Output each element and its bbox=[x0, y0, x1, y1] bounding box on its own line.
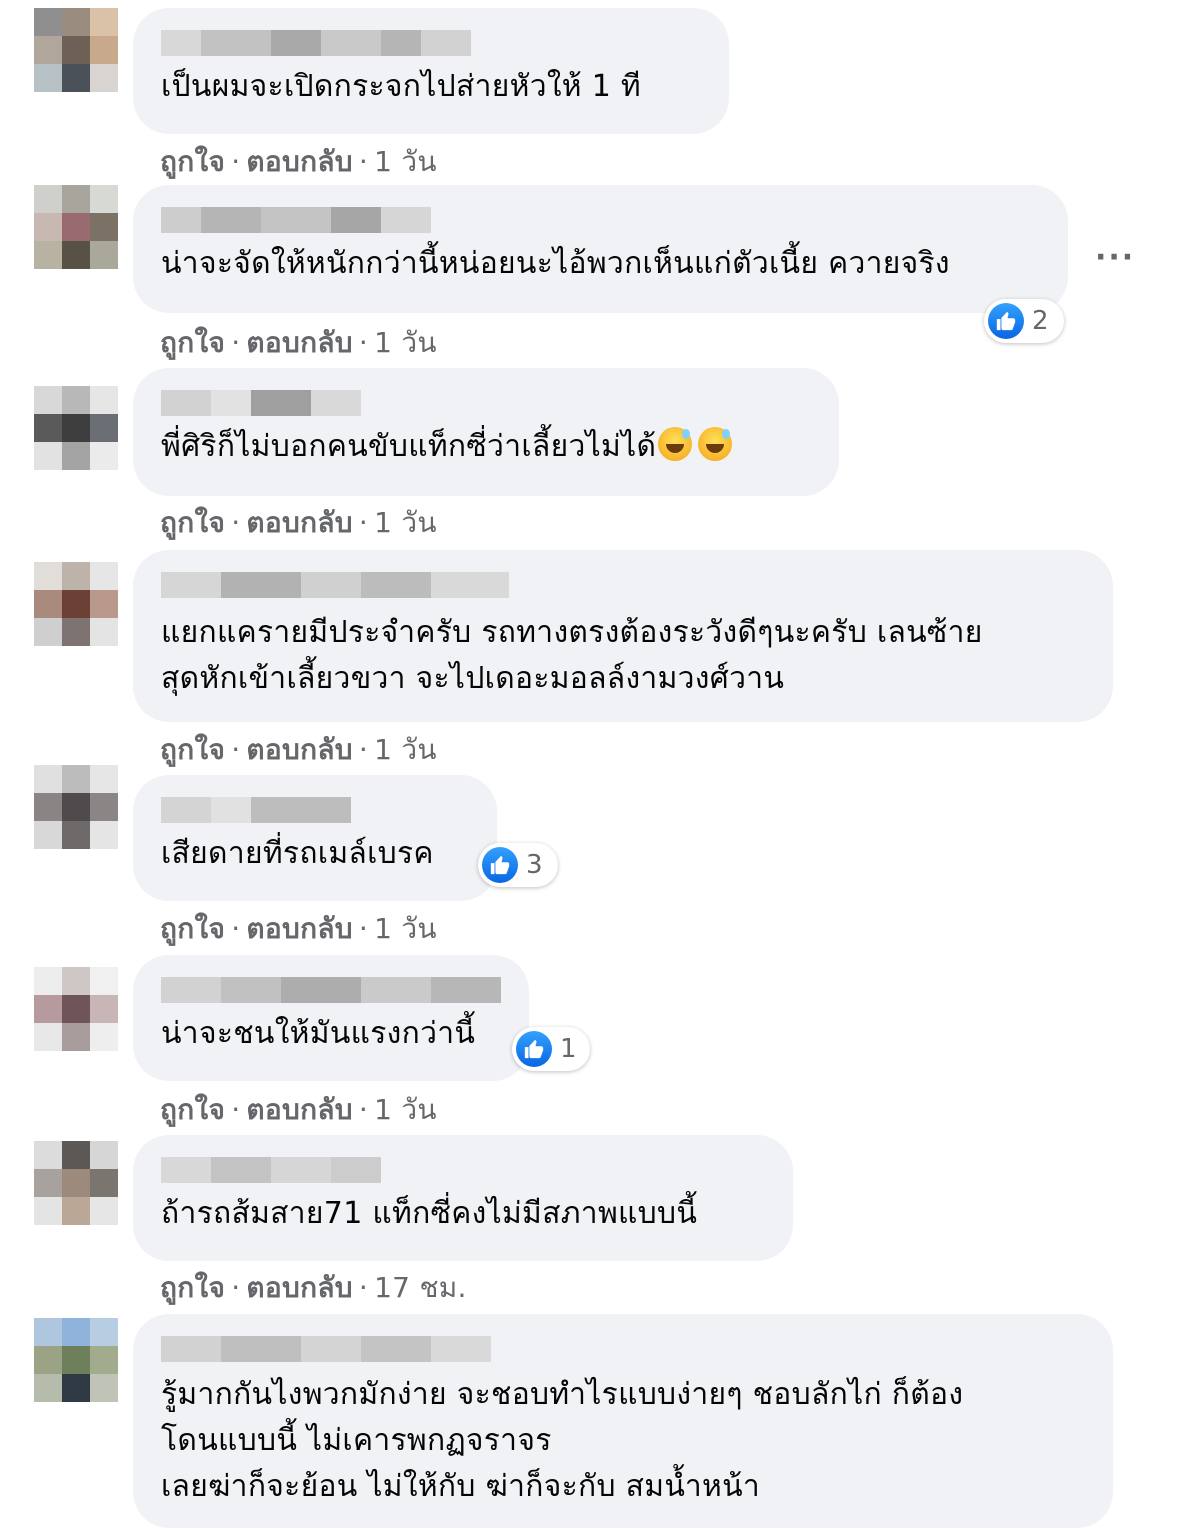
comment-text: เสียดายที่รถเมล์เบรค bbox=[161, 836, 434, 871]
like-link[interactable]: ถูกใจ bbox=[160, 326, 225, 359]
blurred-author-name[interactable] bbox=[161, 207, 431, 233]
avatar[interactable] bbox=[34, 1318, 118, 1402]
separator: · bbox=[358, 506, 369, 539]
avatar[interactable] bbox=[34, 185, 118, 269]
grinning-sweat-emoji-icon bbox=[698, 427, 733, 461]
like-reaction-badge[interactable]: 2 bbox=[984, 299, 1064, 343]
thumbs-up-icon bbox=[516, 1031, 552, 1067]
blurred-author-name[interactable] bbox=[161, 390, 361, 416]
comment-actions: ถูกใจ · ตอบกลับ · 17 ชม. bbox=[160, 1266, 467, 1310]
blurred-author-name[interactable] bbox=[161, 797, 351, 823]
comment-text: น่าจะชนให้มันแรงกว่านี้ bbox=[161, 1016, 476, 1051]
comment-bubble: พี่ศิริก็ไม่บอกคนขับแท็กซี่ว่าเลี้ยวไม่ไ… bbox=[133, 368, 839, 496]
reply-link[interactable]: ตอบกลับ bbox=[246, 733, 352, 766]
comment-text: ถ้ารถส้มสาย71 แท็กซี่คงไม่มีสภาพแบบนี้ bbox=[161, 1196, 698, 1231]
comment-text: พี่ศิริก็ไม่บอกคนขับแท็กซี่ว่าเลี้ยวไม่ไ… bbox=[161, 424, 809, 470]
comment-text: แยกแครายมีประจำครับ รถทางตรงต้องระวังดีๆ… bbox=[161, 615, 983, 696]
avatar[interactable] bbox=[34, 1141, 118, 1225]
blurred-author-name[interactable] bbox=[161, 572, 509, 598]
blurred-author-name[interactable] bbox=[161, 1336, 491, 1362]
reply-link[interactable]: ตอบกลับ bbox=[246, 506, 352, 539]
comment-time[interactable]: 1 วัน bbox=[374, 145, 437, 178]
separator: · bbox=[231, 145, 241, 178]
reply-link[interactable]: ตอบกลับ bbox=[246, 1093, 352, 1126]
separator: · bbox=[358, 1271, 369, 1304]
avatar[interactable] bbox=[34, 765, 118, 849]
like-count: 1 bbox=[560, 1034, 577, 1064]
reply-link[interactable]: ตอบกลับ bbox=[246, 1271, 352, 1304]
comment-text-content: พี่ศิริก็ไม่บอกคนขับแท็กซี่ว่าเลี้ยวไม่ไ… bbox=[161, 429, 657, 464]
comment-time[interactable]: 1 วัน bbox=[374, 912, 437, 945]
like-link[interactable]: ถูกใจ bbox=[160, 733, 225, 766]
comment-bubble: ถ้ารถส้มสาย71 แท็กซี่คงไม่มีสภาพแบบนี้ bbox=[133, 1135, 793, 1261]
comment-actions: ถูกใจ · ตอบกลับ · 1 วัน bbox=[160, 501, 437, 545]
separator: · bbox=[358, 912, 369, 945]
separator: · bbox=[358, 733, 369, 766]
avatar[interactable] bbox=[34, 967, 118, 1051]
separator: · bbox=[358, 1093, 369, 1126]
like-link[interactable]: ถูกใจ bbox=[160, 912, 225, 945]
avatar[interactable] bbox=[34, 562, 118, 646]
like-link[interactable]: ถูกใจ bbox=[160, 145, 225, 178]
like-reaction-badge[interactable]: 1 bbox=[512, 1027, 590, 1071]
comment-time[interactable]: 17 ชม. bbox=[374, 1271, 467, 1304]
comment-bubble: น่าจะจัดให้หนักกว่านี้หน่อยนะไอ้พวกเห็นแ… bbox=[133, 185, 1068, 313]
thumbs-up-icon bbox=[482, 847, 518, 883]
comment-bubble: เสียดายที่รถเมล์เบรค bbox=[133, 775, 497, 901]
comment-actions: ถูกใจ · ตอบกลับ · 1 วัน bbox=[160, 907, 437, 951]
comment-time[interactable]: 1 วัน bbox=[374, 733, 437, 766]
separator: · bbox=[358, 326, 369, 359]
blurred-author-name[interactable] bbox=[161, 30, 471, 56]
blurred-author-name[interactable] bbox=[161, 977, 501, 1003]
comment-time[interactable]: 1 วัน bbox=[374, 1093, 437, 1126]
separator: · bbox=[231, 1093, 241, 1126]
comment-text: รู้มากกันไงพวกมักง่าย จะชอบทำไรแบบง่ายๆ … bbox=[161, 1377, 964, 1504]
separator: · bbox=[231, 326, 241, 359]
like-count: 3 bbox=[526, 850, 543, 880]
grinning-sweat-emoji-icon bbox=[658, 427, 693, 461]
like-count: 2 bbox=[1032, 306, 1049, 336]
comment-time[interactable]: 1 วัน bbox=[374, 506, 437, 539]
avatar[interactable] bbox=[34, 386, 118, 470]
comment-text: น่าจะจัดให้หนักกว่านี้หน่อยนะไอ้พวกเห็นแ… bbox=[161, 246, 950, 281]
comment-bubble: เป็นผมจะเปิดกระจกไปส่ายหัวให้ 1 ที bbox=[133, 8, 729, 134]
separator: · bbox=[358, 145, 369, 178]
like-link[interactable]: ถูกใจ bbox=[160, 1271, 225, 1304]
comment-actions: ถูกใจ · ตอบกลับ · 1 วัน bbox=[160, 140, 437, 184]
separator: · bbox=[231, 506, 241, 539]
separator: · bbox=[231, 912, 241, 945]
comment-bubble: น่าจะชนให้มันแรงกว่านี้ bbox=[133, 955, 529, 1081]
separator: · bbox=[231, 1271, 241, 1304]
comment-bubble: แยกแครายมีประจำครับ รถทางตรงต้องระวังดีๆ… bbox=[133, 550, 1113, 722]
comment-actions: ถูกใจ · ตอบกลับ · 1 วัน bbox=[160, 1088, 437, 1132]
reply-link[interactable]: ตอบกลับ bbox=[246, 912, 352, 945]
reply-link[interactable]: ตอบกลับ bbox=[246, 326, 352, 359]
comment-text: เป็นผมจะเปิดกระจกไปส่ายหัวให้ 1 ที bbox=[161, 69, 642, 104]
avatar[interactable] bbox=[34, 8, 118, 92]
comment-actions: ถูกใจ · ตอบกลับ · 1 วัน bbox=[160, 321, 437, 365]
more-options-button[interactable]: ··· bbox=[1095, 240, 1135, 275]
comment-bubble: รู้มากกันไงพวกมักง่าย จะชอบทำไรแบบง่ายๆ … bbox=[133, 1314, 1113, 1528]
like-reaction-badge[interactable]: 3 bbox=[478, 843, 558, 887]
like-link[interactable]: ถูกใจ bbox=[160, 1093, 225, 1126]
reply-link[interactable]: ตอบกลับ bbox=[246, 145, 352, 178]
comment-actions: ถูกใจ · ตอบกลับ · 1 วัน bbox=[160, 728, 437, 772]
separator: · bbox=[231, 733, 241, 766]
like-link[interactable]: ถูกใจ bbox=[160, 506, 225, 539]
comment-time[interactable]: 1 วัน bbox=[374, 326, 437, 359]
blurred-author-name[interactable] bbox=[161, 1157, 381, 1183]
thumbs-up-icon bbox=[988, 303, 1024, 339]
